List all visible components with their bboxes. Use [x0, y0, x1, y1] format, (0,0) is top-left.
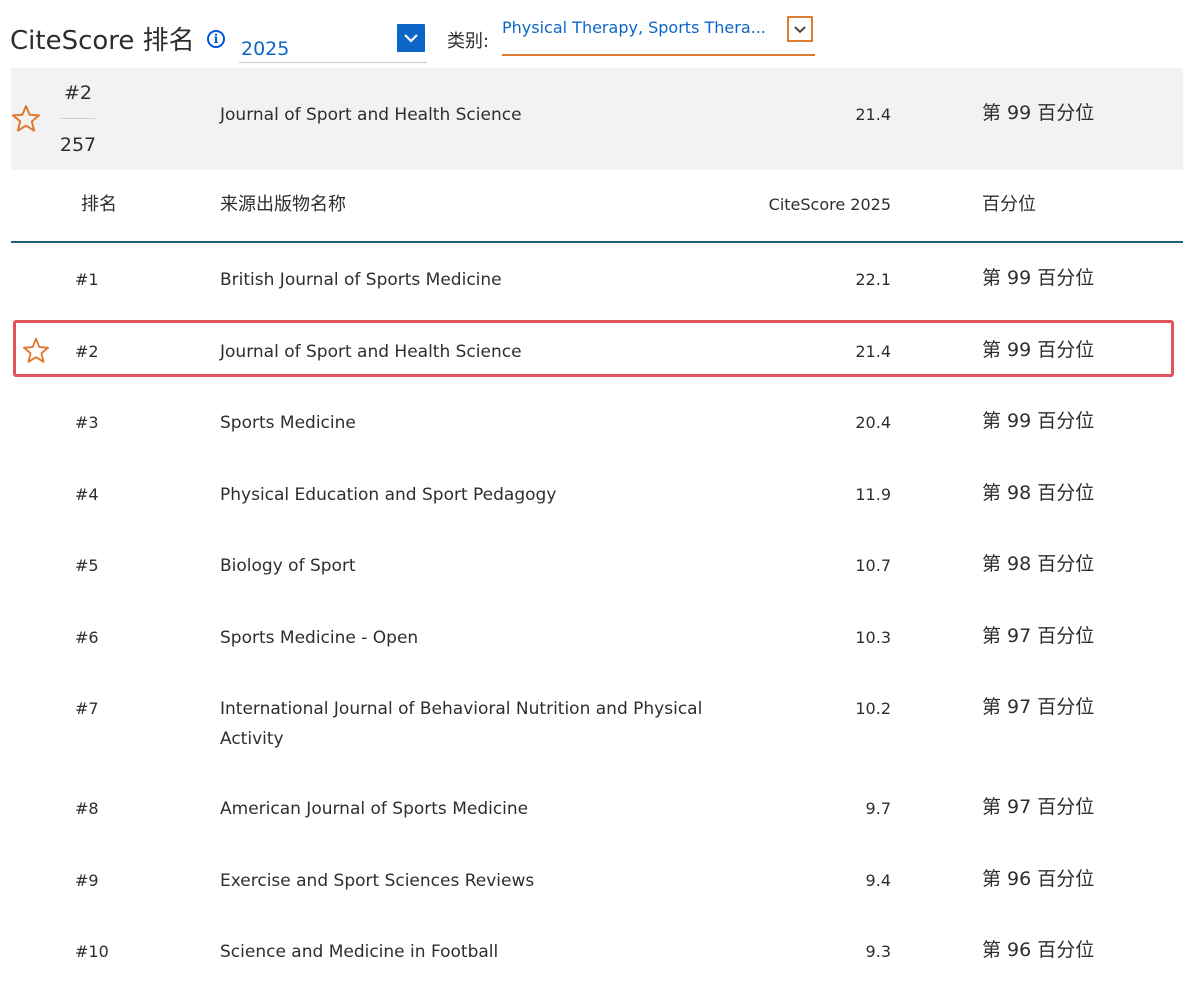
year-select[interactable]: 2025: [239, 22, 427, 63]
row-percentile: 第 96 百分位: [982, 939, 1095, 961]
row-rank: #4: [75, 485, 99, 504]
table-row: #7 International Journal of Behavioral N…: [11, 672, 1183, 772]
info-icon[interactable]: i: [207, 30, 225, 48]
chevron-down-icon[interactable]: [397, 24, 425, 52]
row-percentile: 第 98 百分位: [982, 482, 1095, 504]
row-rank: #10: [75, 942, 109, 961]
year-value: 2025: [241, 38, 290, 60]
row-score: 9.3: [865, 942, 891, 961]
row-percentile: 第 97 百分位: [982, 796, 1095, 818]
row-score: 21.4: [855, 342, 891, 361]
page-title: CiteScore 排名: [10, 26, 195, 56]
row-title[interactable]: Physical Education and Sport Pedagogy: [220, 480, 740, 510]
row-percentile: 第 98 百分位: [982, 553, 1095, 575]
table-row: #4 Physical Education and Sport Pedagogy…: [11, 458, 1183, 530]
summary-total: 257: [59, 134, 97, 156]
header-percentile: 百分位: [982, 194, 1036, 215]
table-row: #6 Sports Medicine - Open 10.3 第 97 百分位: [11, 601, 1183, 673]
table-header: 排名 来源出版物名称 CiteScore 2025 百分位: [11, 170, 1183, 243]
table-row: #5 Biology of Sport 10.7 第 98 百分位: [11, 529, 1183, 601]
row-score: 10.7: [855, 556, 891, 575]
table-row: #10 Science and Medicine in Football 9.3…: [11, 915, 1183, 987]
category-label: 类别:: [447, 31, 490, 52]
row-title[interactable]: British Journal of Sports Medicine: [220, 265, 740, 295]
row-percentile: 第 97 百分位: [982, 696, 1095, 718]
header-rank: 排名: [81, 194, 117, 215]
row-score: 22.1: [855, 270, 891, 289]
header-score: CiteScore 2025: [768, 195, 891, 214]
summary-percentile: 第 99 百分位: [982, 102, 1095, 124]
row-rank: #1: [75, 270, 99, 289]
row-title[interactable]: Sports Medicine - Open: [220, 623, 740, 653]
row-score: 20.4: [855, 413, 891, 432]
chevron-down-icon[interactable]: [787, 16, 813, 42]
header-title: 来源出版物名称: [220, 194, 346, 215]
summary-rank: #2: [63, 82, 92, 104]
table-row-own-journal: #2 Journal of Sport and Health Science 2…: [11, 315, 1183, 387]
star-outline-icon[interactable]: [22, 337, 50, 365]
table-row: #8 American Journal of Sports Medicine 9…: [11, 772, 1183, 844]
row-rank: #2: [75, 342, 99, 361]
row-score: 10.3: [855, 628, 891, 647]
row-title[interactable]: Sports Medicine: [220, 408, 740, 438]
row-title[interactable]: International Journal of Behavioral Nutr…: [220, 694, 740, 754]
row-percentile: 第 99 百分位: [982, 410, 1095, 432]
row-percentile: 第 97 百分位: [982, 625, 1095, 647]
row-score: 10.2: [855, 699, 891, 718]
table-row: #1 British Journal of Sports Medicine 22…: [11, 243, 1183, 315]
table-row: #3 Sports Medicine 20.4 第 99 百分位: [11, 386, 1183, 458]
row-title[interactable]: Biology of Sport: [220, 551, 740, 581]
row-rank: #5: [75, 556, 99, 575]
row-percentile: 第 99 百分位: [982, 267, 1095, 289]
summary-score: 21.4: [855, 105, 891, 124]
row-score: 9.4: [865, 871, 891, 890]
row-title[interactable]: American Journal of Sports Medicine: [220, 794, 740, 824]
row-rank: #7: [75, 699, 99, 718]
category-value: Physical Therapy, Sports Thera...: [502, 18, 766, 37]
own-journal-summary: #2 257 Journal of Sport and Health Scien…: [11, 68, 1183, 170]
row-percentile: 第 96 百分位: [982, 868, 1095, 890]
row-rank: #8: [75, 799, 99, 818]
row-rank: #9: [75, 871, 99, 890]
row-title[interactable]: Exercise and Sport Sciences Reviews: [220, 866, 740, 896]
rank-divider: [61, 118, 95, 119]
summary-title[interactable]: Journal of Sport and Health Science: [220, 103, 522, 127]
ranking-header: CiteScore 排名 i 2025 类别: Physical Therapy…: [0, 0, 1196, 68]
star-outline-icon[interactable]: [11, 104, 41, 134]
table-row: #9 Exercise and Sport Sciences Reviews 9…: [11, 844, 1183, 916]
row-score: 11.9: [855, 485, 891, 504]
row-title[interactable]: Science and Medicine in Football: [220, 937, 740, 967]
category-select[interactable]: Physical Therapy, Sports Thera...: [502, 12, 815, 56]
row-score: 9.7: [865, 799, 891, 818]
row-rank: #6: [75, 628, 99, 647]
row-percentile: 第 99 百分位: [982, 339, 1095, 361]
row-rank: #3: [75, 413, 99, 432]
row-title[interactable]: Journal of Sport and Health Science: [220, 337, 740, 367]
